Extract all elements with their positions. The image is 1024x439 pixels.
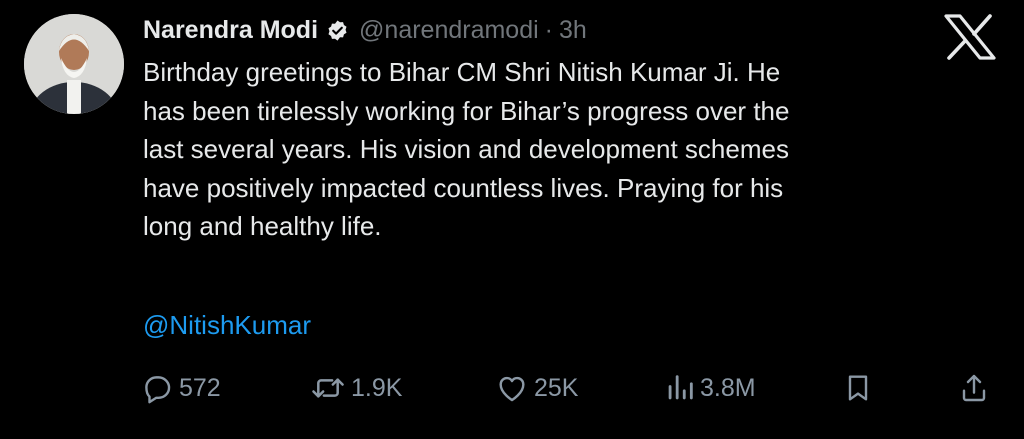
heart-icon	[499, 376, 525, 402]
like-count: 25K	[534, 373, 579, 402]
avatar[interactable]	[24, 14, 124, 114]
header-separator: ·	[544, 15, 553, 44]
mention-link[interactable]: @NitishKumar	[143, 310, 311, 341]
share-button[interactable]	[958, 364, 990, 412]
reply-icon	[145, 376, 171, 404]
reply-count: 572	[179, 373, 221, 402]
repost-count: 1.9K	[351, 373, 403, 402]
repost-button[interactable]: 1.9K	[310, 364, 402, 412]
author-name[interactable]: Narendra Modi	[143, 16, 318, 45]
view-count: 3.8M	[700, 373, 756, 402]
views-button[interactable]: 3.8M	[665, 364, 756, 412]
tweet-text: Birthday greetings to Bihar CM Shri Niti…	[143, 57, 790, 241]
bookmark-icon	[848, 375, 868, 401]
timestamp[interactable]: 3h	[559, 16, 587, 45]
action-bar: 572 1.9K 25K 3.8M	[0, 364, 1024, 412]
author-handle[interactable]: @narendramodi	[359, 16, 539, 45]
repost-icon	[312, 378, 344, 398]
bookmark-button[interactable]	[842, 364, 874, 412]
avatar-image	[24, 14, 124, 114]
reply-button[interactable]: 572	[140, 364, 221, 412]
tweet-card: Narendra Modi @narendramodi · 3h Birthda…	[0, 0, 1024, 439]
views-chart-icon	[668, 375, 693, 400]
verified-badge-icon	[326, 19, 349, 42]
share-icon	[962, 374, 986, 402]
like-button[interactable]: 25K	[495, 364, 578, 412]
tweet-header: Narendra Modi @narendramodi · 3h	[143, 12, 587, 48]
